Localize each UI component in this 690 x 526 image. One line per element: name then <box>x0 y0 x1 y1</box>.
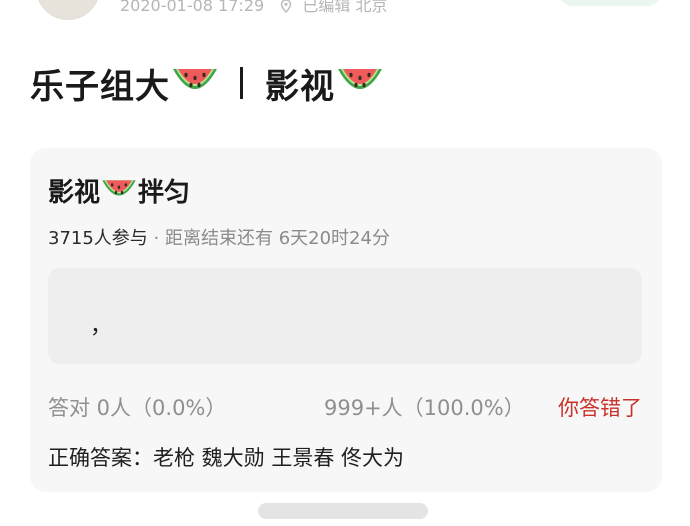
vote-option[interactable]: ， <box>48 268 642 364</box>
post-timestamp: 2020-01-08 17:29 <box>120 0 265 15</box>
post-title-right: 影视 <box>265 66 335 107</box>
vote-stats: 答对 0人（0.0%） 999+人（100.0%） 你答错了 <box>48 392 642 422</box>
time-remaining: · 距离结束还有 6天20时24分 <box>147 228 390 249</box>
location-pin-icon <box>281 0 292 13</box>
bottom-indicator <box>258 503 428 519</box>
participant-count: 3715人参与 <box>48 228 148 249</box>
vote-card: 影视 拌匀 3715人参与 · 距离结束还有 6天20时24分 ， 答对 0人（… <box>30 148 662 492</box>
my-result: 你答错了 <box>558 396 642 420</box>
vote-title-left: 影视 <box>48 178 101 208</box>
avatar[interactable] <box>36 0 100 20</box>
post-meta: 2020-01-08 17:29 已编辑 北京 <box>120 0 387 16</box>
correct-stat: 答对 0人（0.0%） <box>48 396 227 420</box>
follow-button[interactable] <box>558 0 662 6</box>
watermelon-icon <box>338 69 382 89</box>
post-title: 乐子组大 影视 <box>30 58 385 108</box>
title-separator <box>240 67 243 99</box>
vote-option-text: ， <box>90 314 113 339</box>
weibo-post-page: 2020-01-08 17:29 已编辑 北京 乐子组大 影视 影视 拌匀 37… <box>0 0 690 526</box>
post-header: 2020-01-08 17:29 已编辑 北京 <box>0 0 690 20</box>
watermelon-icon <box>102 179 136 196</box>
wrong-stat: 999+人（100.0%） <box>324 396 525 420</box>
post-title-left: 乐子组大 <box>30 66 170 107</box>
vote-title-right: 拌匀 <box>138 178 191 208</box>
watermelon-icon <box>173 69 217 89</box>
vote-title: 影视 拌匀 <box>48 172 190 209</box>
vote-subtitle: 3715人参与 · 距离结束还有 6天20时24分 <box>48 224 390 250</box>
post-location: 已编辑 北京 <box>302 0 388 15</box>
correct-answer: 正确答案：老枪 魏大勋 王景春 佟大为 <box>48 446 405 470</box>
